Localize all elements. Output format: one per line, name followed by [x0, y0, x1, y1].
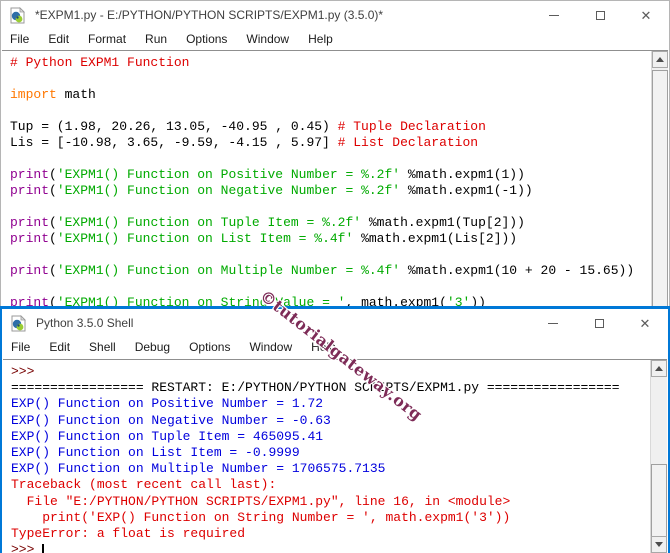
- close-icon[interactable]: ✕: [623, 1, 669, 29]
- editor-window: *EXPM1.py - E:/PYTHON/PYTHON SCRIPTS/EXP…: [0, 0, 670, 309]
- code-line: Traceback (most recent call last):: [11, 477, 277, 493]
- code-line: TypeError: a float is required: [11, 526, 246, 542]
- shell-output[interactable]: >>> ================= RESTART: E:/PYTHON…: [3, 360, 650, 553]
- menu-item-edit[interactable]: Edit: [39, 30, 79, 49]
- editor-window-controls: ✕: [531, 1, 669, 29]
- code-line: EXP() Function on Multiple Number = 1706…: [11, 461, 386, 477]
- code-line: EXP() Function on List Item = -0.9999: [11, 445, 300, 461]
- editor-menubar: File Edit Format Run Options Window Help: [1, 29, 669, 50]
- code-line: print('EXPM1() Function on Tuple Item = …: [10, 215, 525, 230]
- idle-shell-icon: [11, 314, 26, 331]
- menu-item-help[interactable]: Help: [302, 338, 346, 357]
- menu-item-edit[interactable]: Edit: [40, 338, 80, 357]
- menu-item-window[interactable]: Window: [237, 30, 299, 49]
- editor-scrollbar[interactable]: [651, 51, 668, 309]
- shell-scrollbar[interactable]: [650, 360, 667, 553]
- editor-text-area[interactable]: # Python EXPM1 Function import math Tup …: [2, 50, 668, 309]
- code-line: import math: [10, 87, 96, 102]
- menu-item-file[interactable]: File: [2, 338, 40, 357]
- idle-file-icon: [10, 6, 25, 23]
- minimize-icon[interactable]: [530, 309, 576, 337]
- code-line: # Python EXPM1 Function: [10, 55, 190, 70]
- menu-item-window[interactable]: Window: [240, 338, 302, 357]
- code-line: >>>: [11, 364, 43, 379]
- code-line: EXP() Function on Positive Number = 1.72: [11, 396, 324, 412]
- menu-item-format[interactable]: Format: [79, 30, 136, 49]
- shell-window-title: Python 3.5.0 Shell: [36, 316, 134, 330]
- menu-item-options[interactable]: Options: [180, 338, 240, 357]
- code-line: EXP() Function on Negative Number = -0.6…: [11, 412, 331, 428]
- menu-item-run[interactable]: Run: [136, 30, 177, 49]
- menu-item-debug[interactable]: Debug: [126, 338, 180, 357]
- code-line: ================= RESTART: E:/PYTHON/PYT…: [11, 380, 620, 396]
- editor-window-title: *EXPM1.py - E:/PYTHON/PYTHON SCRIPTS/EXP…: [35, 8, 384, 22]
- code-line: EXP() Function on Tuple Item = 465095.41: [11, 428, 324, 444]
- editor-titlebar[interactable]: *EXPM1.py - E:/PYTHON/PYTHON SCRIPTS/EXP…: [1, 1, 669, 29]
- scroll-down-icon[interactable]: [651, 536, 667, 553]
- code-line: print('EXP() Function on String Number =…: [11, 509, 511, 525]
- shell-window-controls: ✕: [530, 309, 668, 337]
- text-cursor: [42, 544, 45, 553]
- scroll-up-icon[interactable]: [652, 51, 668, 68]
- editor-scroll-thumb[interactable]: [652, 70, 668, 307]
- editor-code[interactable]: # Python EXPM1 Function import math Tup …: [2, 51, 651, 309]
- code-line: print('EXPM1() Function on Multiple Numb…: [10, 263, 635, 278]
- menu-item-file[interactable]: File: [1, 30, 39, 49]
- menu-item-help[interactable]: Help: [299, 30, 343, 49]
- minimize-icon[interactable]: [531, 1, 577, 29]
- code-line: print('EXPM1() Function on Positive Numb…: [10, 167, 525, 182]
- code-line: >>>: [11, 542, 650, 553]
- code-line: Lis = [-10.98, 3.65, -9.59, -4.15 , 5.97…: [10, 135, 479, 150]
- close-icon[interactable]: ✕: [622, 309, 668, 337]
- shell-text-area[interactable]: >>> ================= RESTART: E:/PYTHON…: [3, 359, 667, 553]
- menu-item-options[interactable]: Options: [177, 30, 237, 49]
- code-line: print('EXPM1() Function on Negative Numb…: [10, 183, 533, 198]
- code-line: File "E:/PYTHON/PYTHON SCRIPTS/EXPM1.py"…: [11, 493, 511, 509]
- menu-item-shell[interactable]: Shell: [80, 338, 126, 357]
- scroll-up-icon[interactable]: [651, 360, 667, 377]
- code-line: print('EXPM1() Function on List Item = %…: [10, 231, 518, 246]
- shell-menubar: File Edit Shell Debug Options Window Help: [2, 337, 668, 358]
- maximize-icon[interactable]: [577, 1, 623, 29]
- code-line: Tup = (1.98, 20.26, 13.05, -40.95 , 0.45…: [10, 119, 486, 134]
- shell-window: Python 3.5.0 Shell ✕ File Edit Shell Debug O…: [0, 306, 670, 553]
- shell-titlebar[interactable]: Python 3.5.0 Shell ✕: [2, 309, 668, 337]
- maximize-icon[interactable]: [576, 309, 622, 337]
